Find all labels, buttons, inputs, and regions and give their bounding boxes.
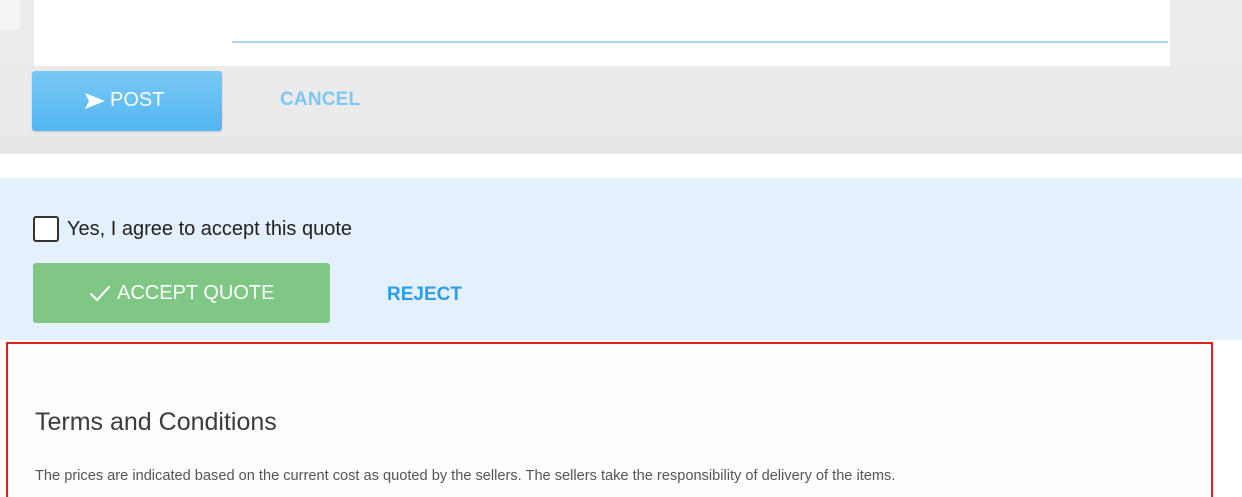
agree-row: Yes, I agree to accept this quote (33, 216, 352, 242)
agree-checkbox[interactable] (33, 216, 59, 242)
cancel-button[interactable]: CANCEL (280, 89, 360, 111)
right-gutter (1170, 0, 1242, 66)
comment-input-area (0, 0, 1242, 66)
section-gap (0, 154, 1242, 178)
checkmark-icon (89, 285, 117, 303)
accept-quote-button[interactable]: ACCEPT QUOTE (33, 263, 330, 323)
post-button[interactable]: POST (32, 71, 222, 131)
page: POST CANCEL Yes, I agree to accept this … (0, 0, 1242, 497)
agree-label: Yes, I agree to accept this quote (67, 217, 353, 240)
accept-quote-label: ACCEPT QUOTE (117, 282, 275, 304)
accept-quote-content: ACCEPT QUOTE (89, 282, 274, 305)
quote-panel: Yes, I agree to accept this quote ACCEPT… (0, 178, 1242, 340)
left-gutter-top (0, 0, 20, 30)
post-button-label: POST (110, 89, 165, 111)
terms-text: The prices are indicated based on the cu… (35, 468, 896, 484)
post-action-bar: POST CANCEL (0, 66, 1242, 154)
terms-and-conditions-box: Terms and Conditions The prices are indi… (6, 342, 1213, 497)
post-action-bar-shade (0, 136, 1242, 154)
reject-button[interactable]: REJECT (387, 284, 462, 306)
terms-title: Terms and Conditions (35, 408, 277, 436)
comment-input[interactable] (232, 41, 1168, 43)
post-button-content: POST (84, 89, 164, 112)
send-icon (84, 92, 110, 110)
